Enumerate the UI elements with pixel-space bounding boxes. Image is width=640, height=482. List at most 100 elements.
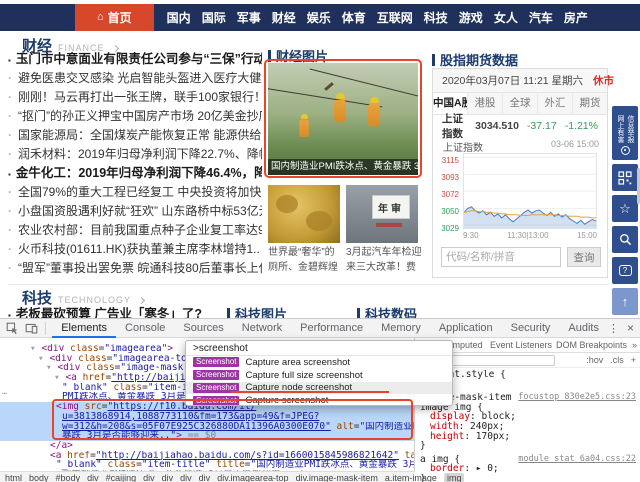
y-tick-3029: 3029 — [441, 225, 459, 233]
nav-item-科技[interactable]: 科技 — [424, 9, 448, 26]
news-item[interactable]: 刚刚！马云再打出一张王牌，联手100家银行！ — [8, 88, 262, 107]
market-tab-外汇[interactable]: 外汇 — [537, 93, 572, 114]
breadcrumb-#body[interactable]: #body — [56, 473, 81, 482]
css-file-link[interactable]: focustop_830e2e5.css:23 — [515, 393, 636, 403]
devtools-tab-application[interactable]: Application — [430, 319, 502, 338]
stock-search-button[interactable]: 查询 — [567, 247, 601, 267]
styles-control-:hov[interactable]: :hov — [586, 353, 603, 368]
nav-item-互联网[interactable]: 互联网 — [377, 9, 413, 26]
qr-code-button[interactable] — [612, 164, 638, 191]
stock-search-input[interactable] — [441, 247, 561, 267]
index-value: 3034.510 — [475, 120, 519, 132]
thumb2-caption[interactable]: 3月起汽车年检迎来三大改革！费用 — [346, 246, 422, 275]
nav-item-财经[interactable]: 财经 — [272, 9, 296, 26]
command-item[interactable]: ScreenshotCapture area screenshot — [186, 356, 452, 369]
stock-search-row: 查询 — [441, 247, 601, 267]
dom-tree-line[interactable]: w=312&h=208&s=05F07E925C326880DA11396A03… — [0, 422, 414, 432]
feedback-button[interactable]: ? — [612, 257, 638, 284]
news-item[interactable]: 避免医患交叉感染 光启智能头盔进入医疗大健康产业 — [8, 69, 262, 88]
gutter-ellipsis[interactable]: … — [2, 387, 7, 396]
dom-tree-line[interactable]: "_blank" class="item-title" title="国内制造业… — [0, 460, 414, 470]
css-property[interactable]: height: 170px; — [420, 432, 636, 442]
news-item[interactable]: 国家能源局：全国煤炭产能恢复正常 能源供给充足 — [8, 126, 262, 145]
breadcrumb-body[interactable]: body — [29, 473, 49, 482]
dom-tree-line[interactable]: <a href="http://baijiahao.baidu.com/s?id… — [0, 451, 414, 461]
styles-tab-event-listeners[interactable]: Event Listeners — [490, 338, 552, 353]
devtools-tab-console[interactable]: Console — [116, 319, 174, 338]
finance-photo-thumb-2[interactable]: 年审 — [346, 185, 418, 243]
dom-tree-line[interactable]: </a> — [0, 441, 414, 451]
news-item[interactable]: 润禾材料：2019年归母净利润下降22.7%、降幅.. — [8, 145, 262, 164]
market-tab-全球[interactable]: 全球 — [502, 93, 537, 114]
dom-tree-line[interactable]: 暴跌 3月是否能够迎来.."> == $0 — [0, 431, 414, 441]
chart-y-axis: 31153093307230503029 — [435, 153, 461, 229]
command-item[interactable]: ScreenshotCapture full size screenshot — [186, 369, 452, 382]
market-tab-期货[interactable]: 期货 — [572, 93, 607, 114]
breadcrumb-div[interactable]: div — [180, 473, 192, 482]
finance-photo-main[interactable]: 国内制造业PMI跌冰点、黄金暴跌 3月是否 — [268, 63, 418, 175]
nav-item-房产[interactable]: 房产 — [564, 9, 588, 26]
breadcrumb-#caijing[interactable]: #caijing — [106, 473, 137, 482]
devtools-tab-audits[interactable]: Audits — [559, 319, 608, 338]
nav-item-女人[interactable]: 女人 — [494, 9, 518, 26]
styles-control-.cls[interactable]: .cls — [610, 353, 624, 368]
news-item[interactable]: “抠门”的孙正义押宝中国房产市场 20亿美金抄底贝.. — [8, 107, 262, 126]
tech-digital-header: 科技数码 — [357, 304, 417, 318]
news-item[interactable]: “盟军”董事投出罢免票 皖通科技80后董事长上任不.. — [8, 259, 262, 278]
nav-item-娱乐[interactable]: 娱乐 — [307, 9, 331, 26]
nav-item-国际[interactable]: 国际 — [202, 9, 226, 26]
nav-item-游戏[interactable]: 游戏 — [459, 9, 483, 26]
tech-news-item[interactable]: 老板最砍预算 广告业「寒冬」了? — [8, 303, 223, 318]
chart-svg — [464, 154, 596, 228]
devtools-tab-memory[interactable]: Memory — [372, 319, 430, 338]
device-toolbar-icon[interactable] — [25, 321, 40, 336]
command-item[interactable]: ScreenshotCapture node screenshot — [186, 382, 452, 395]
news-item[interactable]: 农业农村部：目前我国重点种子企业复工率达92% — [8, 221, 262, 240]
styles-tab-»[interactable]: » — [632, 338, 637, 353]
news-item[interactable]: 小盘国资股遇利好就“狂欢” 山东路桥中标53亿元项.. — [8, 202, 262, 221]
worker-figure — [299, 114, 309, 137]
nav-item-home[interactable]: ⌂ 首页 — [75, 4, 154, 31]
devtools-tab-performance[interactable]: Performance — [291, 319, 372, 338]
back-to-top-button[interactable]: ↑ — [612, 288, 638, 315]
breadcrumb-div[interactable]: div — [199, 473, 211, 482]
news-item[interactable]: 全国79%的重大工程已经复工 中央投资将加快下达 — [8, 183, 262, 202]
devtools-close-icon[interactable]: × — [627, 321, 634, 335]
search-button[interactable] — [612, 226, 638, 253]
news-item[interactable]: 火币科技(01611.HK)获执董兼主席李林增持1.. — [8, 240, 262, 259]
devtools-tab-security[interactable]: Security — [502, 319, 560, 338]
news-item[interactable]: 玉门市中意面业有限责任公司参与“三保”行动承诺书 — [8, 50, 262, 69]
index-name: 上证指数 — [442, 111, 467, 141]
nav-item-汽车[interactable]: 汽车 — [529, 9, 553, 26]
breadcrumb-div.imagearea-top[interactable]: div.imagearea-top — [217, 473, 288, 482]
thumb1-caption[interactable]: 世界最“奢华”的厕所、金碧辉煌像古 — [268, 246, 344, 275]
devtools-tab-elements[interactable]: Elements — [52, 319, 116, 338]
styles-control-+[interactable]: + — [631, 353, 636, 368]
nav-item-体育[interactable]: 体育 — [342, 9, 366, 26]
finance-photo-thumb-1[interactable] — [268, 185, 340, 243]
devtools-menu-icon[interactable]: ⋮ — [608, 322, 619, 335]
index-row[interactable]: 上证指数 3034.510 -37.17 -1.21% — [433, 115, 607, 137]
breadcrumb-div[interactable]: div — [143, 473, 155, 482]
styles-tab-dom-breakpoints[interactable]: DOM Breakpoints — [556, 338, 627, 353]
news-item[interactable]: 金牛化工：2019年归母净利润下降46.4%，降幅.. — [8, 164, 262, 183]
breadcrumb-div[interactable]: div — [87, 473, 99, 482]
inspect-element-icon[interactable] — [5, 321, 20, 336]
breadcrumb-div[interactable]: div — [162, 473, 174, 482]
dom-tree-line[interactable]: u=3813868914,1088773110&fm=173&app=49&f=… — [0, 412, 414, 422]
breadcrumb-div.image-mask-item[interactable]: div.image-mask-item — [296, 473, 378, 482]
devtools-tab-sources[interactable]: Sources — [174, 319, 232, 338]
favorite-button[interactable]: ☆ — [612, 195, 638, 222]
command-item[interactable]: ScreenshotCapture screenshot — [186, 394, 452, 406]
nav-item-国内[interactable]: 国内 — [167, 9, 191, 26]
css-property[interactable]: border: ▸ 0; — [420, 464, 636, 474]
market-tab-港股[interactable]: 港股 — [467, 93, 502, 114]
command-menu-input[interactable]: >screenshot — [186, 341, 452, 356]
index-chart[interactable] — [463, 153, 597, 229]
nav-item-军事[interactable]: 军事 — [237, 9, 261, 26]
css-file-link[interactable]: module_stat_6a04.css:22 — [515, 455, 636, 465]
breadcrumb-html[interactable]: html — [5, 473, 22, 482]
photo-caption: 国内制造业PMI跌冰点、黄金暴跌 3月是否 — [268, 159, 418, 175]
devtools-tab-network[interactable]: Network — [233, 319, 291, 338]
report-entrance-button[interactable]: 网上有害信息举报 — [612, 106, 638, 160]
